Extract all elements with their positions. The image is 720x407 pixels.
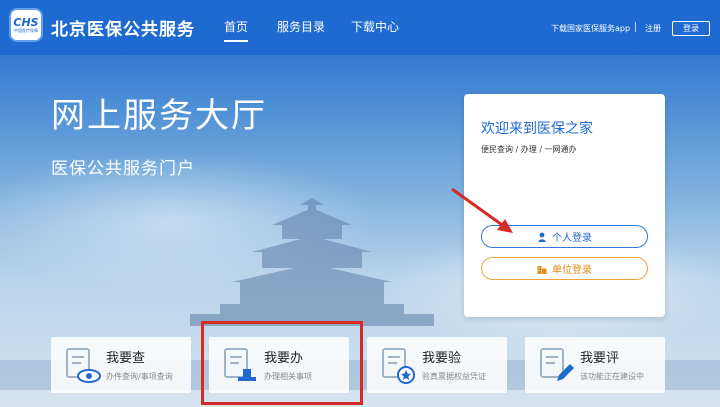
- annotation-arrow-icon: [451, 187, 513, 233]
